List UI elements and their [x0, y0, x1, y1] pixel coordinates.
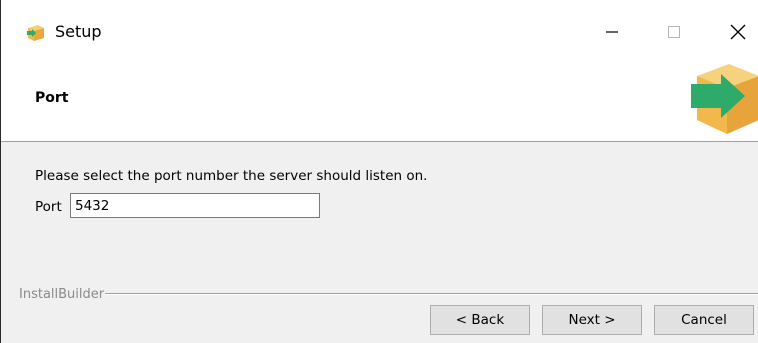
window-title: Setup	[55, 22, 102, 41]
close-icon	[730, 24, 746, 40]
next-button[interactable]: Next >	[542, 305, 642, 335]
installer-box-icon	[27, 25, 44, 41]
installer-box-arrow-icon	[691, 64, 758, 134]
maximize-button[interactable]	[651, 14, 697, 50]
title-bar[interactable]: Setup	[1, 0, 758, 64]
setup-window: Setup Port Please select the port number…	[0, 0, 758, 343]
footer-divider	[105, 293, 758, 295]
content-area: Please select the port number the server…	[1, 142, 758, 292]
back-button[interactable]: < Back	[430, 305, 530, 335]
close-button[interactable]	[715, 14, 758, 50]
maximize-icon	[668, 26, 680, 38]
port-label: Port	[35, 199, 62, 215]
cancel-button[interactable]: Cancel	[654, 305, 754, 335]
page-header: Port	[1, 64, 758, 142]
minimize-button[interactable]	[589, 14, 635, 50]
page-title: Port	[35, 90, 69, 106]
minimize-icon	[606, 31, 618, 33]
installbuilder-brand: InstallBuilder	[19, 287, 105, 302]
instruction-text: Please select the port number the server…	[35, 168, 428, 184]
port-input[interactable]	[70, 193, 320, 218]
